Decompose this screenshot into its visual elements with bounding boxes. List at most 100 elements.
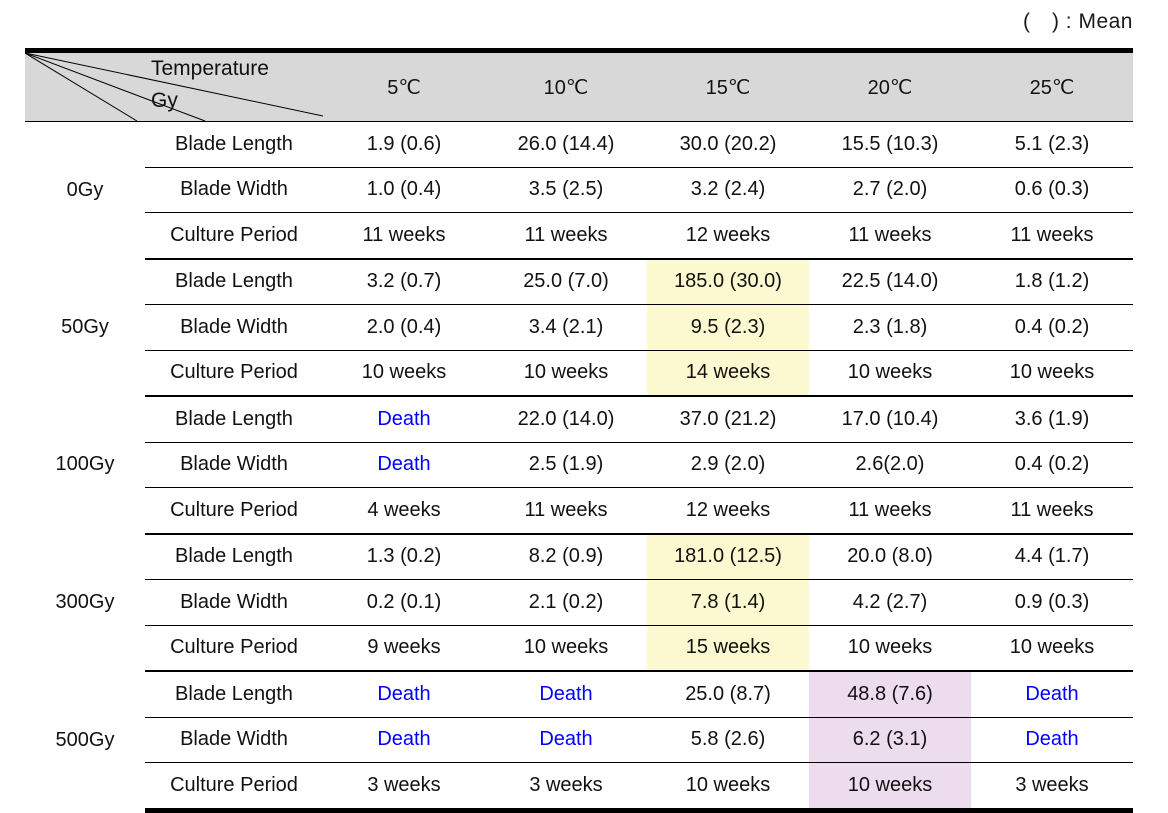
table-row: 50Gy Blade Length 3.2 (0.7) 25.0 (7.0) 1… bbox=[25, 258, 1133, 338]
cell-value: 1.8 (1.2) bbox=[971, 258, 1133, 305]
metric-label: Blade Width bbox=[145, 579, 323, 626]
cell-value: 3 weeks bbox=[971, 762, 1133, 813]
metric-label: Blade Width bbox=[145, 442, 323, 488]
cell-value: 25.0 (7.0) bbox=[485, 258, 647, 305]
dose-label-100gy: 100Gy bbox=[55, 453, 115, 476]
cell-value: 8.2 (0.9) bbox=[485, 533, 647, 580]
cell-value: 0.6 (0.3) bbox=[971, 167, 1133, 213]
table-body: 0Gy Blade Length 1.9 (0.6) 26.0 (14.4) 3… bbox=[25, 121, 1133, 813]
cell-value: 3.2 (2.4) bbox=[647, 167, 809, 213]
cell-value-highlighted: 14 weeks bbox=[647, 350, 809, 397]
cell-value: 2.5 (1.9) bbox=[485, 442, 647, 488]
header-corner-cell: Temperature Gy bbox=[25, 48, 323, 122]
cell-value: 2.6(2.0) bbox=[809, 442, 971, 488]
table-row: Culture Period 3 weeks 3 weeks 10 weeks … bbox=[25, 762, 1133, 813]
cell-value: 15.5 (10.3) bbox=[809, 121, 971, 168]
table-page: ( ) : Mean Temperature Gy 5℃ 10℃ 15℃ 20℃… bbox=[0, 0, 1168, 813]
table-row: 500Gy Blade Length Death Death 25.0 (8.7… bbox=[25, 671, 1133, 751]
cell-value: 10 weeks bbox=[485, 625, 647, 672]
cell-value: 3 weeks bbox=[485, 762, 647, 813]
header-temp-25c: 25℃ bbox=[971, 48, 1133, 122]
dose-label-50gy: 50Gy bbox=[61, 315, 109, 338]
cell-value: Death bbox=[485, 671, 647, 718]
dose-label-500gy: 500Gy bbox=[55, 729, 115, 751]
cell-value: 2.7 (2.0) bbox=[809, 167, 971, 213]
cell-value: 11 weeks bbox=[971, 487, 1133, 535]
cell-value: 1.3 (0.2) bbox=[323, 533, 485, 580]
cell-value: 11 weeks bbox=[971, 212, 1133, 260]
results-table: Temperature Gy 5℃ 10℃ 15℃ 20℃ 25℃ 0Gy Bl… bbox=[25, 48, 1133, 813]
metric-label: Blade Width bbox=[145, 304, 323, 351]
metric-label: Culture Period bbox=[145, 762, 323, 813]
cell-value: 25.0 (8.7) bbox=[647, 671, 809, 718]
cell-value: 0.9 (0.3) bbox=[971, 579, 1133, 626]
cell-value: 2.3 (1.8) bbox=[809, 304, 971, 351]
cell-value: 11 weeks bbox=[809, 212, 971, 260]
cell-value: 3.5 (2.5) bbox=[485, 167, 647, 213]
death-value: Death bbox=[539, 728, 593, 751]
cell-value: 22.5 (14.0) bbox=[809, 258, 971, 305]
table-row: Blade Width 2.0 (0.4) 3.4 (2.1) 9.5 (2.3… bbox=[25, 304, 1133, 351]
cell-value: 10 weeks bbox=[485, 350, 647, 397]
cell-value: 4 weeks bbox=[323, 487, 485, 535]
results-table-container: Temperature Gy 5℃ 10℃ 15℃ 20℃ 25℃ 0Gy Bl… bbox=[25, 48, 1133, 813]
metric-label: Blade Length bbox=[145, 121, 323, 168]
cell-value: Death bbox=[323, 671, 485, 718]
cell-value: 30.0 (20.2) bbox=[647, 121, 809, 168]
metric-label: Blade Width bbox=[145, 167, 323, 213]
table-row: Blade Width Death Death 5.8 (2.6) 6.2 (3… bbox=[25, 717, 1133, 763]
metric-label: Culture Period bbox=[145, 212, 323, 260]
cell-value: 5.8 (2.6) bbox=[647, 717, 809, 763]
cell-value-highlighted: 48.8 (7.6) bbox=[809, 671, 971, 718]
cell-value: 37.0 (21.2) bbox=[647, 396, 809, 443]
cell-value-highlighted: 185.0 (30.0) bbox=[647, 258, 809, 305]
table-row: Blade Width 1.0 (0.4) 3.5 (2.5) 3.2 (2.4… bbox=[25, 167, 1133, 213]
header-temp-20c: 20℃ bbox=[809, 48, 971, 122]
cell-value: 4.2 (2.7) bbox=[809, 579, 971, 626]
cell-value: 3.6 (1.9) bbox=[971, 396, 1133, 443]
legend-caption: ( ) : Mean bbox=[1022, 10, 1133, 33]
cell-value: 17.0 (10.4) bbox=[809, 396, 971, 443]
cell-value: Death bbox=[971, 671, 1133, 718]
cell-value-highlighted: 6.2 (3.1) bbox=[809, 717, 971, 763]
cell-value: Death bbox=[323, 717, 485, 763]
cell-value: 11 weeks bbox=[809, 487, 971, 535]
cell-value: Death bbox=[971, 717, 1133, 763]
table-row: 100Gy Blade Length Death 22.0 (14.0) 37.… bbox=[25, 396, 1133, 475]
dose-label-0gy: 0Gy bbox=[66, 178, 104, 201]
header-temp-5c: 5℃ bbox=[323, 48, 485, 122]
header-temp-10c: 10℃ bbox=[485, 48, 647, 122]
table-row: 300Gy Blade Length 1.3 (0.2) 8.2 (0.9) 1… bbox=[25, 533, 1133, 613]
cell-value: 10 weeks bbox=[323, 350, 485, 397]
cell-value: Death bbox=[323, 396, 485, 443]
death-value: Death bbox=[377, 453, 431, 476]
cell-value: 11 weeks bbox=[485, 487, 647, 535]
cell-value: 10 weeks bbox=[971, 625, 1133, 672]
header-row: Temperature Gy 5℃ 10℃ 15℃ 20℃ 25℃ bbox=[25, 48, 1133, 122]
table-row: Culture Period 9 weeks 10 weeks 15 weeks… bbox=[25, 625, 1133, 672]
metric-label: Blade Length bbox=[145, 671, 323, 718]
cell-value: 2.0 (0.4) bbox=[323, 304, 485, 351]
death-value: Death bbox=[539, 682, 593, 705]
metric-label: Culture Period bbox=[145, 487, 323, 535]
cell-value: 10 weeks bbox=[647, 762, 809, 813]
table-row: Culture Period 4 weeks 11 weeks 12 weeks… bbox=[25, 487, 1133, 535]
cell-value: 9 weeks bbox=[323, 625, 485, 672]
cell-value: 12 weeks bbox=[647, 212, 809, 260]
column-axis-label: Temperature bbox=[151, 57, 269, 80]
cell-value: 1.9 (0.6) bbox=[323, 121, 485, 168]
metric-label: Culture Period bbox=[145, 350, 323, 397]
death-value: Death bbox=[377, 728, 431, 751]
cell-value: 11 weeks bbox=[323, 212, 485, 260]
cell-value: 26.0 (14.4) bbox=[485, 121, 647, 168]
dose-label-300gy: 300Gy bbox=[55, 590, 115, 613]
cell-value: 11 weeks bbox=[485, 212, 647, 260]
cell-value: 1.0 (0.4) bbox=[323, 167, 485, 213]
death-value: Death bbox=[1025, 728, 1079, 751]
death-value: Death bbox=[377, 407, 431, 430]
cell-value: 2.9 (2.0) bbox=[647, 442, 809, 488]
cell-value-highlighted: 181.0 (12.5) bbox=[647, 533, 809, 580]
cell-value-highlighted: 7.8 (1.4) bbox=[647, 579, 809, 626]
table-row: 0Gy Blade Length 1.9 (0.6) 26.0 (14.4) 3… bbox=[25, 121, 1133, 201]
cell-value-highlighted: 9.5 (2.3) bbox=[647, 304, 809, 351]
